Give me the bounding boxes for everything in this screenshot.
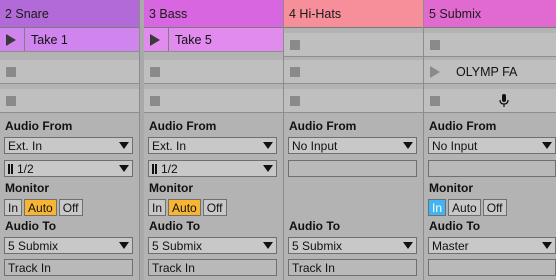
input-channel-value: 1/2 [161,161,178,176]
stereo-icon [152,163,158,174]
input-channel-dropdown[interactable] [288,160,417,177]
audio-to-label: Audio To [429,219,481,233]
monitor-off-button[interactable]: Off [202,199,227,216]
monitor-label: Monitor [429,181,473,195]
chevron-down-icon [403,242,413,249]
clip-slot[interactable] [284,89,423,113]
monitor-label: Monitor [149,181,193,195]
output-channel-value: Track In [8,260,51,275]
audio-to-dropdown[interactable]: 5 Submix [148,237,277,254]
clip-slot[interactable] [144,89,283,113]
monitor-auto-button[interactable]: Auto [168,199,201,216]
output-channel-value: Track In [152,260,195,275]
chevron-down-icon [263,165,273,172]
input-channel-dropdown[interactable]: 1/2 [4,160,133,177]
chevron-down-icon [542,242,552,249]
audio-to-dropdown[interactable]: 5 Submix [4,237,133,254]
audio-from-dropdown[interactable]: Ext. In [4,137,133,154]
audio-to-value: 5 Submix [292,238,343,253]
chevron-down-icon [119,242,129,249]
stop-icon[interactable] [6,66,16,77]
monitor-auto-button[interactable]: Auto [448,199,481,216]
track-column: 5 Submix OLYMP FA Audio From No Input Mo… [424,0,556,280]
audio-from-dropdown[interactable]: No Input [428,137,556,154]
clip-slot[interactable] [144,60,283,84]
audio-from-label: Audio From [289,119,357,133]
input-channel-dropdown[interactable]: 1/2 [148,160,277,177]
audio-to-dropdown[interactable]: 5 Submix [288,237,417,254]
output-channel-field[interactable]: Track In [148,259,277,276]
monitor-in-button[interactable]: In [428,199,447,216]
chevron-down-icon [119,165,129,172]
audio-from-dropdown[interactable]: Ext. In [148,137,277,154]
session-view-tracks: 2 Snare Take 1 Audio From Ext. In 1/2 Mo… [0,0,556,280]
clip-slot[interactable]: OLYMP FA [424,60,556,84]
clip-slot[interactable] [0,89,139,113]
audio-to-label: Audio To [149,219,201,233]
audio-from-label: Audio From [429,119,497,133]
clip-slot[interactable] [0,60,139,84]
monitor-auto-button[interactable]: Auto [24,199,57,216]
audio-from-value: No Input [292,138,338,153]
audio-from-dropdown[interactable]: No Input [288,137,417,154]
input-channel-dropdown[interactable] [428,160,556,177]
track-column: 3 Bass Take 5 Audio From Ext. In 1/2 Mon… [144,0,284,280]
monitor-in-button[interactable]: In [4,199,23,216]
clip-name[interactable]: Take 1 [24,28,139,51]
clip-play-icon[interactable] [150,33,160,46]
stop-icon[interactable] [290,66,300,77]
output-channel-field[interactable]: Track In [4,259,133,276]
chevron-down-icon [403,142,413,149]
audio-to-label: Audio To [289,219,341,233]
monitor-off-button[interactable]: Off [58,199,83,216]
clip-slot[interactable] [424,89,556,113]
audio-to-dropdown[interactable]: Master [428,237,556,254]
audio-to-value: Master [432,238,469,253]
monitor-label: Monitor [5,181,49,195]
track-column: 4 Hi-Hats Audio From No Input Audio To 5… [284,0,424,280]
clip-play-icon[interactable] [6,33,16,46]
clip-slot[interactable]: Take 1 [0,28,139,52]
clip-slot[interactable] [284,33,423,57]
track-header[interactable]: 3 Bass [144,0,283,28]
audio-from-label: Audio From [5,119,73,133]
audio-to-value: 5 Submix [152,238,203,253]
audio-from-value: No Input [432,138,478,153]
stop-icon[interactable] [150,95,160,106]
group-slot-name[interactable]: OLYMP FA [448,60,556,83]
clip-slot[interactable] [284,60,423,84]
audio-from-label: Audio From [149,119,217,133]
chevron-down-icon [263,142,273,149]
chevron-down-icon [263,242,273,249]
output-channel-field[interactable] [428,259,556,276]
track-header[interactable]: 4 Hi-Hats [284,0,423,28]
stop-icon[interactable] [290,39,300,50]
clip-slot[interactable]: Take 5 [144,28,283,52]
stop-icon[interactable] [430,39,440,50]
group-play-icon[interactable] [430,65,440,78]
track-column: 2 Snare Take 1 Audio From Ext. In 1/2 Mo… [0,0,140,280]
input-channel-value: 1/2 [17,161,34,176]
clip-name[interactable]: Take 5 [168,28,283,51]
clip-slot[interactable] [424,33,556,57]
chevron-down-icon [542,142,552,149]
audio-from-value: Ext. In [8,138,43,153]
audio-to-label: Audio To [5,219,57,233]
audio-to-value: 5 Submix [8,238,59,253]
chevron-down-icon [119,142,129,149]
output-channel-field[interactable]: Track In [288,259,417,276]
track-header[interactable]: 5 Submix [424,0,556,28]
stop-icon[interactable] [6,95,16,106]
stereo-icon [8,163,14,174]
output-channel-value: Track In [292,260,335,275]
stop-icon[interactable] [430,95,440,106]
stop-icon[interactable] [150,66,160,77]
monitor-in-button[interactable]: In [148,199,167,216]
audio-from-value: Ext. In [152,138,187,153]
monitor-off-button[interactable]: Off [482,199,507,216]
microphone-icon[interactable] [499,94,509,108]
stop-icon[interactable] [290,95,300,106]
track-header[interactable]: 2 Snare [0,0,139,28]
